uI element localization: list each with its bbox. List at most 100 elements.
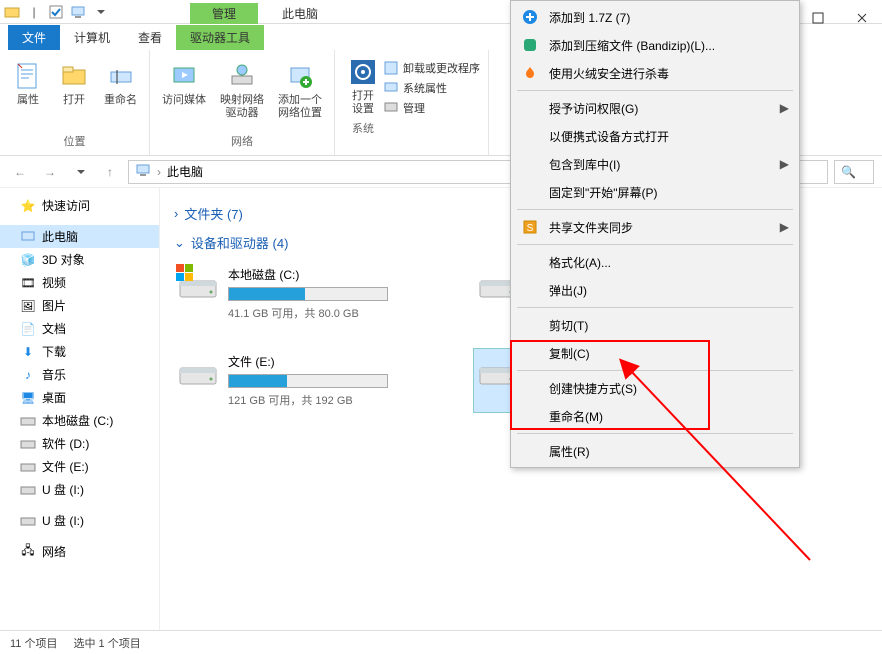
sidebar-item-quickaccess[interactable]: ⭐快速访问	[0, 194, 159, 217]
desktop-icon: 🖥	[20, 390, 36, 406]
up-button[interactable]: ↑	[98, 160, 122, 184]
pc-icon	[20, 229, 36, 245]
sidebar-item-documents[interactable]: 📄文档	[0, 317, 159, 340]
sidebar-item-filee[interactable]: 文件 (E:)	[0, 455, 159, 478]
sidebar-label: 此电脑	[42, 228, 78, 245]
cube-icon: 🧊	[20, 252, 36, 268]
ctx-icon	[521, 8, 539, 26]
system-small-buttons: 卸载或更改程序 系统属性 管理	[383, 54, 480, 116]
drive-icon	[178, 353, 218, 393]
tab-drive-tools[interactable]: 驱动器工具	[176, 25, 264, 50]
ctx-label: 剪切(T)	[549, 317, 588, 334]
ctx-icon: S	[521, 218, 539, 236]
search-box[interactable]: 🔍	[834, 160, 874, 184]
sidebar-label: 音乐	[42, 366, 66, 383]
sidebar-item-downloads[interactable]: ⬇ 下载	[0, 340, 159, 363]
ctx-icon	[521, 127, 539, 145]
rename-button[interactable]: 重命名	[100, 58, 141, 109]
sidebar-label: 3D 对象	[42, 251, 85, 268]
download-icon: ⬇	[20, 344, 36, 360]
ctx-separator	[517, 244, 793, 245]
doc-icon: 📄	[20, 321, 36, 337]
drive-item[interactable]: 本地磁盘 (C:) 41.1 GB 可用，共 80.0 GB	[174, 262, 434, 325]
back-button[interactable]: ←	[8, 160, 32, 184]
sidebar-label: 网络	[42, 543, 66, 560]
ctx-item[interactable]: 重命名(M)	[511, 402, 799, 430]
contextual-tab-label: 管理	[190, 3, 258, 24]
sidebar-label: U 盘 (I:)	[42, 512, 84, 529]
ctx-item[interactable]: 添加到压缩文件 (Bandizip)(L)...	[511, 31, 799, 59]
sidebar-label: 视频	[42, 274, 66, 291]
context-menu: 添加到 1.7Z (7) 添加到压缩文件 (Bandizip)(L)... 使用…	[510, 0, 800, 468]
forward-button[interactable]: →	[38, 160, 62, 184]
sysprops-label: 系统属性	[403, 80, 447, 96]
drive-sub: 41.1 GB 可用，共 80.0 GB	[228, 305, 430, 321]
uninstall-programs-button[interactable]: 卸载或更改程序	[383, 60, 480, 76]
tab-computer[interactable]: 计算机	[60, 25, 124, 50]
ctx-item[interactable]: 包含到库中(I) ▶	[511, 150, 799, 178]
ctx-item[interactable]: 使用火绒安全进行杀毒	[511, 59, 799, 87]
ctx-icon	[521, 442, 539, 460]
thispc-small-icon[interactable]	[70, 4, 86, 20]
chevron-right-icon: ›	[174, 206, 178, 221]
manage-button[interactable]: 管理	[383, 100, 480, 116]
help-icon[interactable]: ?	[856, 0, 872, 1]
breadcrumb-thispc[interactable]: 此电脑	[167, 163, 203, 180]
breadcrumb-chevron-icon[interactable]: ›	[157, 165, 161, 179]
sidebar-item-videos[interactable]: 🎞视频	[0, 271, 159, 294]
sidebar-item-localc[interactable]: 本地磁盘 (C:)	[0, 409, 159, 432]
sidebar-item-3dobjects[interactable]: 🧊 3D 对象	[0, 248, 159, 271]
ctx-label: 创建快捷方式(S)	[549, 380, 637, 397]
sidebar-item-thispc[interactable]: 此电脑	[0, 225, 159, 248]
map-drive-button[interactable]: 映射网络 驱动器	[216, 58, 268, 122]
ctx-item[interactable]: 以便携式设备方式打开	[511, 122, 799, 150]
group-label-network: 网络	[231, 131, 253, 151]
statusbar: 11 个项目 选中 1 个项目	[0, 630, 882, 654]
drive-item[interactable]: 文件 (E:) 121 GB 可用，共 192 GB	[174, 349, 434, 412]
ctx-item[interactable]: 格式化(A)...	[511, 248, 799, 276]
sidebar-item-usbi[interactable]: U 盘 (I:)	[0, 478, 159, 501]
tab-view[interactable]: 查看	[124, 25, 176, 50]
access-media-button[interactable]: 访问媒体	[158, 58, 210, 109]
maximize-button[interactable]	[806, 6, 830, 30]
chevron-right-icon: ▶	[780, 220, 789, 234]
chevron-right-icon: ▶	[780, 101, 789, 115]
group-label-system: 系统	[352, 118, 374, 138]
sidebar-item-network[interactable]: 🖧网络	[0, 540, 159, 563]
ctx-separator	[517, 90, 793, 91]
ctx-item[interactable]: S 共享文件夹同步 ▶	[511, 213, 799, 241]
sidebar-item-usbi2[interactable]: U 盘 (I:)	[0, 509, 159, 532]
checkbox-icon[interactable]	[48, 4, 64, 20]
ctx-label: 包含到库中(I)	[549, 156, 620, 173]
ctx-item[interactable]: 剪切(T)	[511, 311, 799, 339]
drive-icon	[20, 436, 36, 452]
ctx-icon	[521, 379, 539, 397]
ctx-label: 复制(C)	[549, 345, 590, 362]
qat-dropdown-icon[interactable]	[92, 4, 108, 20]
sidebar-item-music[interactable]: ♪音乐	[0, 363, 159, 386]
ctx-item[interactable]: 固定到"开始"屏幕(P)	[511, 178, 799, 206]
ctx-item[interactable]: 创建快捷方式(S)	[511, 374, 799, 402]
sidebar-item-desktop[interactable]: 🖥桌面	[0, 386, 159, 409]
history-dropdown[interactable]	[68, 160, 92, 184]
ctx-item[interactable]: 弹出(J)	[511, 276, 799, 304]
quick-access-toolbar: |	[4, 4, 108, 20]
sidebar-item-pictures[interactable]: 🖼图片	[0, 294, 159, 317]
drive-name: 本地磁盘 (C:)	[228, 266, 430, 283]
add-network-location-button[interactable]: 添加一个 网络位置	[274, 58, 326, 122]
drive-name: 文件 (E:)	[228, 353, 430, 370]
ctx-item[interactable]: 属性(R)	[511, 437, 799, 465]
system-properties-button[interactable]: 系统属性	[383, 80, 480, 96]
close-button[interactable]	[850, 6, 874, 30]
sidebar-label: 下载	[42, 343, 66, 360]
ctx-item[interactable]: 添加到 1.7Z (7)	[511, 3, 799, 31]
ctx-icon	[521, 99, 539, 117]
open-button[interactable]: 打开	[54, 58, 94, 109]
open-settings-button[interactable]: 打开 设置	[343, 54, 383, 118]
ctx-item[interactable]: 复制(C)	[511, 339, 799, 367]
sidebar-label: 快速访问	[42, 197, 90, 214]
properties-button[interactable]: 属性	[8, 58, 48, 109]
ctx-item[interactable]: 授予访问权限(G) ▶	[511, 94, 799, 122]
tab-file[interactable]: 文件	[8, 25, 60, 50]
sidebar-item-softd[interactable]: 软件 (D:)	[0, 432, 159, 455]
